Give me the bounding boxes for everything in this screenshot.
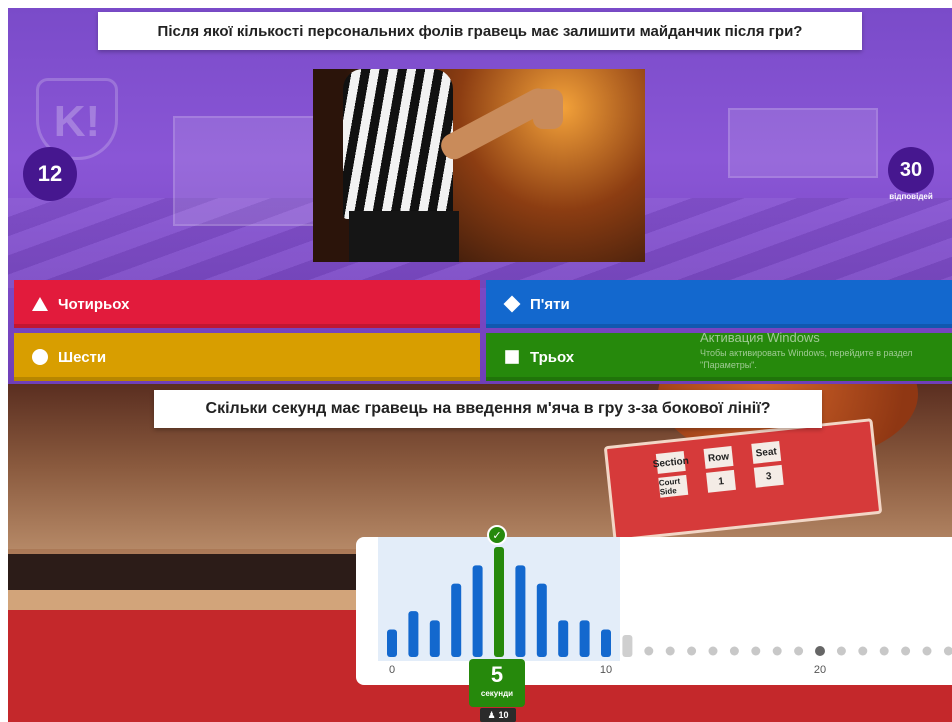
question-text: Скільки секунд має гравець на введення м…: [205, 400, 771, 417]
referee-shirt: [343, 69, 453, 219]
person-icon: ♟: [487, 709, 496, 720]
ticket-seat-value: 3: [753, 464, 784, 488]
chart-bar: [408, 611, 419, 657]
chart-dot: [836, 646, 846, 656]
results-chart-svg: 0 10 20: [378, 537, 952, 676]
answer-label: Трьох: [530, 348, 575, 366]
chart-dot: [751, 646, 761, 656]
chart-dot: [943, 646, 952, 656]
activation-title: Активация Windows: [700, 330, 820, 345]
chart-bar: [429, 620, 440, 657]
activation-text: Чтобы активировать Windows, перейдите в …: [700, 348, 913, 370]
chart-tick-label: 20: [814, 664, 826, 676]
chart-bar: [494, 547, 504, 657]
chart-dot: [794, 646, 804, 656]
top-quiz-panel: K! Після якої кількості персональних фол…: [8, 8, 952, 386]
answer-option-yellow[interactable]: Шести: [14, 333, 480, 381]
chart-bar: [558, 620, 569, 657]
background-screen: [173, 116, 323, 226]
chart-dot: [901, 646, 911, 656]
question-banner: Скільки секунд має гравець на введення м…: [154, 390, 822, 428]
correct-answer-badge: 5 секунди: [469, 659, 525, 707]
chart-dot: [665, 646, 675, 656]
chart-dot: [644, 646, 654, 656]
answers-counter: 30: [888, 147, 934, 193]
answer-label: П'яти: [530, 295, 570, 313]
voters-count: ♟ 10: [480, 708, 516, 722]
answers-counter-label: відповідей: [889, 192, 933, 201]
answer-label: Шести: [58, 348, 107, 366]
referee-pants: [349, 211, 459, 262]
answer-label: Чотирьох: [58, 295, 130, 313]
bottom-quiz-panel: Section Court Side Row 1 Seat 3 Скільки …: [8, 384, 952, 722]
chart-bar: [579, 620, 590, 657]
chart-bar: [451, 583, 462, 657]
correct-answer-value: 5: [490, 662, 504, 687]
question-text: Після якої кількості персональних фолів …: [157, 22, 803, 40]
chart-bar: [387, 629, 397, 657]
correct-answer-unit: секунди: [480, 689, 514, 698]
background-screen: [728, 108, 878, 178]
ticket-seat-label: Seat: [751, 441, 782, 464]
windows-activation-watermark: Активация Windows Чтобы активировать Win…: [700, 330, 950, 371]
chart-bar: [515, 565, 526, 657]
background-floor: [8, 590, 368, 610]
ticket-court-label: Court Side: [658, 474, 689, 498]
chart-dot: [815, 646, 825, 656]
answer-option-red[interactable]: Чотирьох: [14, 280, 480, 328]
square-icon: [505, 350, 519, 364]
chart-dot: [772, 646, 782, 656]
chart-bar-empty: [622, 635, 633, 657]
ticket-section-label: Section: [652, 451, 689, 474]
chart-dot: [879, 646, 889, 656]
correct-check-icon: ✓: [487, 525, 507, 545]
chart-dot: [858, 646, 868, 656]
chart-dot: [729, 646, 739, 656]
chart-tick-label: 10: [600, 664, 612, 676]
chart-bar: [472, 565, 483, 657]
chart-dot: [708, 646, 718, 656]
chart-bar: [536, 583, 547, 657]
triangle-icon: [32, 297, 48, 311]
question-image: [313, 69, 645, 262]
referee-hand: [533, 89, 563, 129]
chart-tick-label: 0: [389, 664, 395, 676]
diamond-icon: [503, 295, 521, 313]
chart-dot: [922, 646, 932, 656]
chart-bar: [601, 629, 611, 657]
results-chart: 0 10 20: [356, 537, 952, 685]
voters-count-value: 10: [498, 710, 509, 720]
countdown-timer: 12: [23, 147, 77, 201]
circle-icon: [32, 349, 48, 365]
answer-option-blue[interactable]: П'яти: [486, 280, 952, 328]
chart-dot: [687, 646, 697, 656]
ticket-row-value: 1: [706, 469, 736, 493]
question-banner: Після якої кількості персональних фолів …: [98, 12, 862, 50]
background-stripe: [8, 554, 368, 590]
ticket-row-label: Row: [703, 446, 734, 469]
